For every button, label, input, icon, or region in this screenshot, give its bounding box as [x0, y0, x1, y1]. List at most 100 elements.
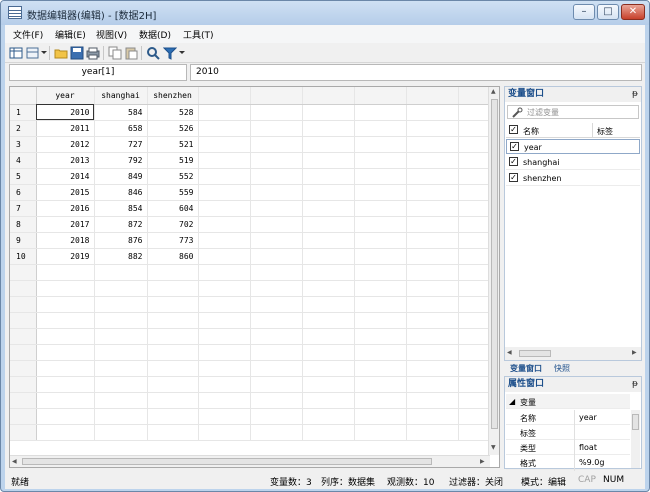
scroll-left-icon[interactable]: ◀ — [12, 458, 17, 465]
empty-cell[interactable] — [458, 392, 489, 409]
data-cell[interactable]: 872 — [94, 216, 148, 233]
empty-cell[interactable] — [302, 312, 355, 329]
data-cell[interactable]: 552 — [147, 168, 199, 185]
empty-cell[interactable] — [198, 408, 251, 425]
empty-cell[interactable] — [250, 136, 303, 153]
empty-cell[interactable] — [354, 200, 407, 217]
property-row[interactable]: 格式 %9.0g — [506, 455, 630, 470]
scroll-up-icon[interactable]: ▲ — [491, 88, 496, 95]
empty-cell[interactable] — [406, 120, 459, 137]
empty-cell[interactable] — [458, 168, 489, 185]
empty-cell[interactable] — [354, 136, 407, 153]
empty-cell[interactable] — [147, 312, 199, 329]
empty-cell[interactable] — [36, 408, 95, 425]
empty-cell[interactable] — [250, 408, 303, 425]
pin-icon[interactable]: ᵽ — [632, 87, 638, 102]
data-grid[interactable]: year shanghai shenzhen 1 2010 584 528 2 2011 6… — [9, 86, 500, 468]
empty-cell[interactable] — [36, 392, 95, 409]
column-header-shenzhen[interactable]: shenzhen — [147, 87, 199, 105]
tab-snapshots[interactable]: 快照 — [554, 363, 570, 374]
empty-cell[interactable] — [458, 344, 489, 361]
empty-cell[interactable] — [147, 408, 199, 425]
empty-cell[interactable] — [354, 392, 407, 409]
scroll-right-icon[interactable]: ▶ — [480, 458, 485, 465]
empty-cell[interactable] — [94, 344, 148, 361]
data-cell[interactable]: 849 — [94, 168, 148, 185]
empty-cell[interactable] — [458, 424, 489, 441]
empty-cell[interactable] — [94, 360, 148, 377]
empty-cell[interactable] — [458, 328, 489, 345]
title-bar[interactable]: 数据编辑器(编辑) - [数据2H] – □ ✕ — [1, 1, 649, 25]
menu-file[interactable]: 文件(F) — [13, 28, 43, 41]
empty-cell[interactable] — [354, 424, 407, 441]
empty-cell[interactable] — [406, 152, 459, 169]
scroll-thumb[interactable] — [519, 350, 551, 357]
empty-cell[interactable] — [354, 104, 407, 121]
close-button[interactable]: ✕ — [621, 4, 645, 20]
empty-cell[interactable] — [302, 200, 355, 217]
empty-cell[interactable] — [406, 360, 459, 377]
empty-cell[interactable] — [302, 216, 355, 233]
empty-cell[interactable] — [406, 168, 459, 185]
empty-cell[interactable] — [94, 264, 148, 281]
empty-cell[interactable] — [250, 264, 303, 281]
data-cell[interactable]: 2019 — [36, 248, 95, 265]
empty-cell[interactable] — [147, 264, 199, 281]
empty-cell[interactable] — [458, 376, 489, 393]
menu-edit[interactable]: 编辑(E) — [55, 28, 86, 41]
empty-cell[interactable] — [198, 152, 251, 169]
empty-cell[interactable] — [354, 264, 407, 281]
grid-vertical-scrollbar[interactable]: ▲ ▼ — [488, 87, 499, 455]
copy-icon[interactable] — [108, 46, 122, 60]
empty-cell[interactable] — [458, 280, 489, 297]
empty-cell[interactable] — [250, 232, 303, 249]
empty-cell[interactable] — [94, 296, 148, 313]
column-label-header[interactable]: 标签 — [597, 126, 613, 137]
empty-cell[interactable] — [198, 216, 251, 233]
empty-cell[interactable] — [406, 392, 459, 409]
row-number[interactable] — [10, 312, 37, 329]
empty-cell[interactable] — [406, 200, 459, 217]
empty-cell[interactable] — [36, 312, 95, 329]
row-number[interactable]: 4 — [10, 152, 37, 169]
empty-cell[interactable] — [36, 344, 95, 361]
empty-cell[interactable] — [354, 216, 407, 233]
empty-cell[interactable] — [406, 312, 459, 329]
empty-cell[interactable] — [147, 328, 199, 345]
find-icon[interactable] — [146, 46, 160, 60]
scroll-thumb[interactable] — [491, 99, 498, 429]
empty-cell[interactable] — [147, 280, 199, 297]
empty-cell[interactable] — [354, 296, 407, 313]
row-number[interactable]: 3 — [10, 136, 37, 153]
row-number[interactable] — [10, 328, 37, 345]
empty-cell[interactable] — [302, 104, 355, 121]
empty-cell[interactable] — [198, 392, 251, 409]
empty-cell[interactable] — [250, 280, 303, 297]
empty-cell[interactable] — [354, 376, 407, 393]
select-all-checkbox[interactable]: ✓ — [509, 125, 518, 134]
empty-cell[interactable] — [302, 424, 355, 441]
empty-cell[interactable] — [250, 152, 303, 169]
data-cell[interactable]: 2018 — [36, 232, 95, 249]
empty-cell[interactable] — [302, 328, 355, 345]
save-icon[interactable] — [70, 46, 84, 60]
empty-cell[interactable] — [354, 328, 407, 345]
column-header-year[interactable]: year — [36, 87, 95, 105]
scroll-right-icon[interactable]: ▶ — [632, 349, 637, 356]
empty-cell[interactable] — [302, 120, 355, 137]
empty-cell[interactable] — [198, 264, 251, 281]
empty-cell[interactable] — [94, 392, 148, 409]
empty-cell[interactable] — [250, 104, 303, 121]
empty-cell[interactable] — [458, 408, 489, 425]
empty-cell[interactable] — [302, 152, 355, 169]
empty-cell[interactable] — [406, 248, 459, 265]
data-cell[interactable]: 860 — [147, 248, 199, 265]
empty-cell[interactable] — [147, 424, 199, 441]
menu-tools[interactable]: 工具(T) — [183, 28, 214, 41]
empty-cell[interactable] — [354, 184, 407, 201]
data-cell[interactable]: 2011 — [36, 120, 95, 137]
row-number[interactable] — [10, 280, 37, 297]
menu-data[interactable]: 数据(D) — [139, 28, 171, 41]
empty-cell[interactable] — [147, 344, 199, 361]
property-row[interactable]: 标签 — [506, 425, 630, 440]
